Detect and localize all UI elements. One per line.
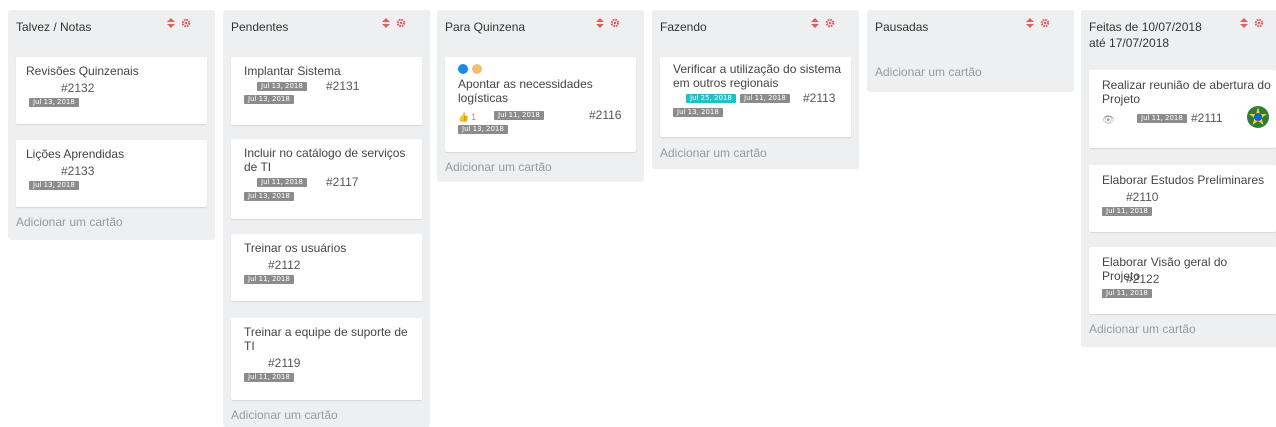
- card-id: #2131: [326, 79, 360, 93]
- card[interactable]: Realizar reunião de abertura do Projeto …: [1089, 70, 1276, 148]
- due-date-badge[interactable]: Jul 11, 2018: [257, 178, 307, 187]
- card-title: Treinar os usuários: [244, 241, 347, 255]
- gear-icon[interactable]: [825, 18, 835, 28]
- card[interactable]: Lições Aprendidas #2133 Jul 13, 2018: [16, 140, 207, 207]
- card-title: Realizar reunião de abertura do Projeto: [1102, 78, 1271, 106]
- card-title: Apontar as necessidades logísticas: [458, 77, 593, 105]
- card[interactable]: Elaborar Estudos Preliminares #2110 Jul …: [1089, 165, 1276, 232]
- card-title: Incluir no catálogo de serviços de TI: [244, 146, 406, 174]
- due-date-badge[interactable]: Jul 11, 2018: [494, 111, 544, 120]
- list-para-quinzena: Para Quinzena Apontar as necessidades lo…: [437, 10, 644, 182]
- card-title: Verificar a utilização do sistema em out…: [673, 62, 842, 90]
- sort-arrows-icon[interactable]: [382, 18, 390, 28]
- list-header: Talvez / Notas: [8, 10, 215, 43]
- card-id: #2111: [1191, 111, 1223, 125]
- card-title: Implantar Sistema: [244, 64, 341, 78]
- due-date-badge[interactable]: Jul 11, 2018: [740, 94, 790, 103]
- card-id: #2132: [61, 81, 95, 95]
- list-header: Para Quinzena: [437, 10, 644, 43]
- list-header: Pendentes: [223, 10, 430, 43]
- add-card-link[interactable]: Adicionar um cartão: [875, 65, 982, 79]
- add-card-link[interactable]: Adicionar um cartão: [231, 408, 338, 422]
- due-date-badge[interactable]: Jul 13, 2018: [257, 82, 307, 91]
- card-id: #2116: [589, 108, 622, 122]
- list-talvez-notas: Talvez / Notas Revisões Quinzenais #2132…: [8, 10, 215, 240]
- like-count: 1: [471, 112, 477, 122]
- due-date-badge[interactable]: Jul 13, 2018: [244, 95, 294, 104]
- sort-arrows-icon[interactable]: [1240, 18, 1248, 28]
- list-fazendo: Fazendo Verificar a utilização do sistem…: [652, 10, 859, 169]
- card-title: Lições Aprendidas: [26, 147, 125, 161]
- like-icon: 👍: [458, 112, 470, 122]
- gear-icon[interactable]: [396, 18, 406, 28]
- due-date-badge[interactable]: Jul 13, 2018: [244, 192, 294, 201]
- list-pendentes: Pendentes Implantar Sistema Jul 13, 2018…: [223, 10, 430, 427]
- card-title: Revisões Quinzenais: [26, 64, 139, 78]
- card[interactable]: Implantar Sistema Jul 13, 2018 #2131 Jul…: [231, 57, 422, 125]
- eye-icon: 👁: [1102, 115, 1115, 126]
- add-card-link[interactable]: Adicionar um cartão: [16, 215, 123, 229]
- sort-arrows-icon[interactable]: [167, 18, 175, 28]
- card[interactable]: Elaborar Visão geral do Projeto #2122 Ju…: [1089, 247, 1276, 314]
- due-date-badge[interactable]: Jul 11, 2018: [244, 373, 294, 382]
- card-id: #2122: [1126, 272, 1160, 286]
- sort-arrows-icon[interactable]: [811, 18, 819, 28]
- card-id: #2113: [803, 91, 836, 105]
- list-header: Fazendo: [652, 10, 859, 43]
- due-date-badge[interactable]: Jul 13, 2018: [29, 98, 79, 107]
- list-header: Feitas de 10/07/2018 até 17/07/2018: [1081, 10, 1276, 59]
- gear-icon[interactable]: [181, 18, 191, 28]
- gear-icon[interactable]: [1254, 18, 1264, 28]
- due-date-badge[interactable]: Jul 25, 2018: [686, 94, 736, 103]
- card-id: #2119: [268, 356, 301, 370]
- card[interactable]: Apontar as necessidades logísticas 👍 1 J…: [445, 57, 636, 152]
- card[interactable]: Revisões Quinzenais #2132 Jul 13, 2018: [16, 57, 207, 124]
- add-card-link[interactable]: Adicionar um cartão: [445, 160, 552, 174]
- due-date-badge[interactable]: Jul 11, 2018: [1102, 207, 1152, 216]
- avatar-brazil-coat-of-arms[interactable]: [1245, 104, 1271, 130]
- add-card-link[interactable]: Adicionar um cartão: [1089, 322, 1196, 336]
- sort-arrows-icon[interactable]: [1026, 18, 1034, 28]
- due-date-badge[interactable]: Jul 13, 2018: [458, 125, 508, 134]
- card-id: #2117: [326, 175, 359, 189]
- add-card-link[interactable]: Adicionar um cartão: [660, 146, 767, 160]
- coat-of-arms-icon: [1247, 106, 1269, 128]
- list-feitas: Feitas de 10/07/2018 até 17/07/2018 Real…: [1081, 10, 1276, 347]
- label-dot-blue: [458, 64, 468, 74]
- card-title: Treinar a equipe de suporte de TI: [244, 325, 408, 353]
- label-dot-yellow: [472, 64, 482, 74]
- due-date-badge[interactable]: Jul 11, 2018: [1137, 114, 1187, 123]
- sort-arrows-icon[interactable]: [596, 18, 604, 28]
- list-pausadas: Pausadas Adicionar um cartão: [867, 10, 1074, 92]
- due-date-badge[interactable]: Jul 13, 2018: [29, 181, 79, 190]
- card-id: #2112: [268, 258, 301, 272]
- card[interactable]: Verificar a utilização do sistema em out…: [660, 57, 851, 137]
- card-id: #2133: [61, 164, 95, 178]
- card[interactable]: Treinar a equipe de suporte de TI #2119 …: [231, 318, 422, 400]
- card-title: Elaborar Estudos Preliminares: [1102, 173, 1265, 187]
- due-date-badge[interactable]: Jul 13, 2018: [673, 108, 723, 117]
- due-date-badge[interactable]: Jul 11, 2018: [1102, 289, 1152, 298]
- gear-icon[interactable]: [610, 18, 620, 28]
- card[interactable]: Incluir no catálogo de serviços de TI Ju…: [231, 139, 422, 219]
- list-header: Pausadas: [867, 10, 1074, 43]
- card-id: #2110: [1126, 190, 1159, 204]
- card[interactable]: Treinar os usuários #2112 Jul 11, 2018: [231, 234, 422, 301]
- gear-icon[interactable]: [1040, 18, 1050, 28]
- due-date-badge[interactable]: Jul 11, 2018: [244, 275, 294, 284]
